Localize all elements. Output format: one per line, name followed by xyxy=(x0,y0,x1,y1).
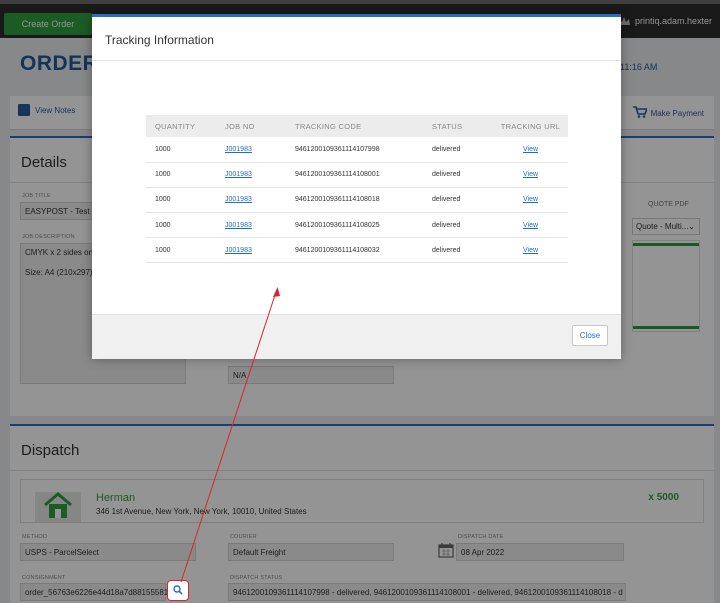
cell-tracking-code: 9461200109361114108032 xyxy=(286,237,426,264)
cell-tracking-url[interactable]: View xyxy=(493,237,568,264)
consignment-search-button[interactable] xyxy=(167,580,189,601)
cell-quantity: 1000 xyxy=(146,212,216,239)
cell-tracking-code: 9461200109361114108025 xyxy=(286,212,426,239)
cell-job-no[interactable]: J001983 xyxy=(216,212,286,239)
cell-tracking-code: 9461200109361114108018 xyxy=(286,187,426,214)
column-header-status: STATUS xyxy=(426,115,493,137)
column-header-tracking-url: TRACKING URL xyxy=(493,115,568,137)
cell-job-no[interactable]: J001983 xyxy=(216,237,286,264)
job-no-link[interactable]: J001983 xyxy=(225,196,252,203)
cell-quantity: 1000 xyxy=(146,187,216,214)
modal-title: Tracking Information xyxy=(105,33,214,47)
view-tracking-link[interactable]: View xyxy=(523,196,538,203)
cell-status: delivered xyxy=(426,237,493,264)
tracking-table: QUANTITY JOB NO TRACKING CODE STATUS TRA… xyxy=(146,115,568,264)
cell-status: delivered xyxy=(426,162,493,188)
cell-tracking-url[interactable]: View xyxy=(493,212,568,239)
cell-quantity: 1000 xyxy=(146,237,216,264)
modal-footer: Close xyxy=(92,314,621,359)
job-no-link[interactable]: J001983 xyxy=(225,222,252,229)
table-header-row: QUANTITY JOB NO TRACKING CODE STATUS TRA… xyxy=(146,115,568,137)
cell-tracking-url[interactable]: View xyxy=(493,187,568,214)
cell-quantity: 1000 xyxy=(146,162,216,188)
cell-tracking-code: 9461200109361114108001 xyxy=(286,162,426,188)
search-icon xyxy=(173,585,183,597)
view-tracking-link[interactable]: View xyxy=(523,222,538,229)
cell-job-no[interactable]: J001983 xyxy=(216,162,286,188)
table-row: 1000 J001983 9461200109361114108032 deli… xyxy=(146,237,568,264)
view-tracking-link[interactable]: View xyxy=(523,247,538,254)
tracking-modal: Tracking Information QUANTITY JOB NO TRA… xyxy=(92,14,621,359)
cell-status: delivered xyxy=(426,187,493,214)
cell-job-no[interactable]: J001983 xyxy=(216,137,286,163)
cell-status: delivered xyxy=(426,212,493,239)
cell-tracking-url[interactable]: View xyxy=(493,137,568,163)
modal-header: Tracking Information xyxy=(92,17,621,61)
column-header-tracking-code: TRACKING CODE xyxy=(286,115,426,137)
cell-quantity: 1000 xyxy=(146,137,216,163)
cell-tracking-url[interactable]: View xyxy=(493,162,568,188)
cell-job-no[interactable]: J001983 xyxy=(216,187,286,214)
view-tracking-link[interactable]: View xyxy=(523,171,538,178)
cell-tracking-code: 9461200109361114107998 xyxy=(286,137,426,163)
table-row: 1000 J001983 9461200109361114108001 deli… xyxy=(146,162,568,188)
cell-status: delivered xyxy=(426,137,493,163)
job-no-link[interactable]: J001983 xyxy=(225,146,252,153)
job-no-link[interactable]: J001983 xyxy=(225,247,252,254)
close-button[interactable]: Close xyxy=(572,325,608,346)
column-header-job-no: JOB NO xyxy=(216,115,286,137)
table-row: 1000 J001983 9461200109361114108018 deli… xyxy=(146,187,568,214)
table-row: 1000 J001983 9461200109361114108025 deli… xyxy=(146,212,568,239)
table-row: 1000 J001983 9461200109361114107998 deli… xyxy=(146,137,568,163)
job-no-link[interactable]: J001983 xyxy=(225,171,252,178)
column-header-quantity: QUANTITY xyxy=(146,115,216,137)
view-tracking-link[interactable]: View xyxy=(523,146,538,153)
